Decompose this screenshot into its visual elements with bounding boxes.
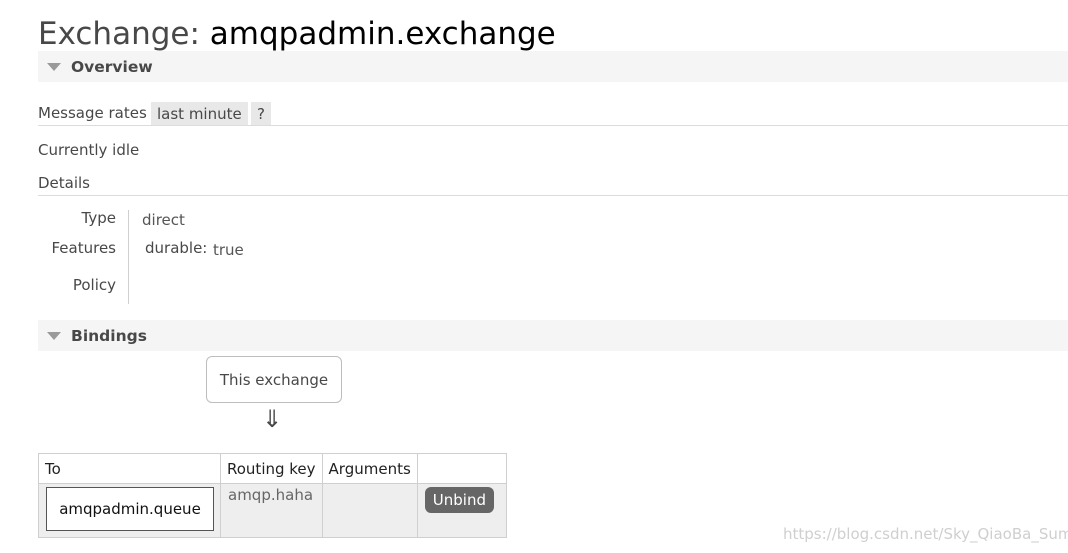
page-title: Exchange: amqpadmin.exchange [38,14,556,54]
column-header-to: To [38,453,221,484]
down-arrow-icon: ⇓ [262,405,283,433]
table-row: amqpadmin.queue amqp.haha Unbind [38,483,507,538]
message-rates-label: Message rates [38,104,147,122]
overview-title: Overview [71,57,153,76]
queue-link[interactable]: amqpadmin.queue [46,487,214,531]
exchange-name: amqpadmin.exchange [209,16,556,52]
watermark: https://blog.csdn.net/Sky_QiaoBa_Sum [783,525,1068,543]
cell-actions: Unbind [416,483,507,538]
feature-durable-key: durable: [145,239,208,257]
table-header-row: To Routing key Arguments [38,453,507,484]
policy-label: Policy [72,276,116,294]
column-header-routing-key: Routing key [220,453,323,484]
column-header-actions [416,453,507,484]
cell-arguments [321,483,418,538]
page-title-prefix: Exchange: [38,16,210,52]
collapse-triangle-icon [47,62,61,71]
rate-period-selector[interactable]: last minute [151,102,248,126]
collapse-triangle-icon [47,331,61,340]
details-label: Details [38,174,91,192]
bindings-section-header[interactable]: Bindings [38,320,1068,351]
divider [38,195,1068,196]
this-exchange-box: This exchange [206,356,342,403]
cell-routing-key: amqp.haha [220,483,323,538]
divider [38,125,1068,126]
cell-to: amqpadmin.queue [38,483,221,538]
overview-section-header[interactable]: Overview [38,51,1068,82]
type-label: Type [81,209,116,227]
status-text: Currently idle [38,141,140,159]
feature-durable-value: true [213,241,244,259]
column-header-arguments: Arguments [321,453,418,484]
help-button[interactable]: ? [251,102,271,126]
bindings-table: To Routing key Arguments amqpadmin.queue… [38,453,507,538]
bindings-title: Bindings [71,326,147,345]
type-value: direct [142,211,185,229]
details-divider [128,210,129,304]
features-label: Features [51,239,117,257]
unbind-button[interactable]: Unbind [424,487,494,513]
